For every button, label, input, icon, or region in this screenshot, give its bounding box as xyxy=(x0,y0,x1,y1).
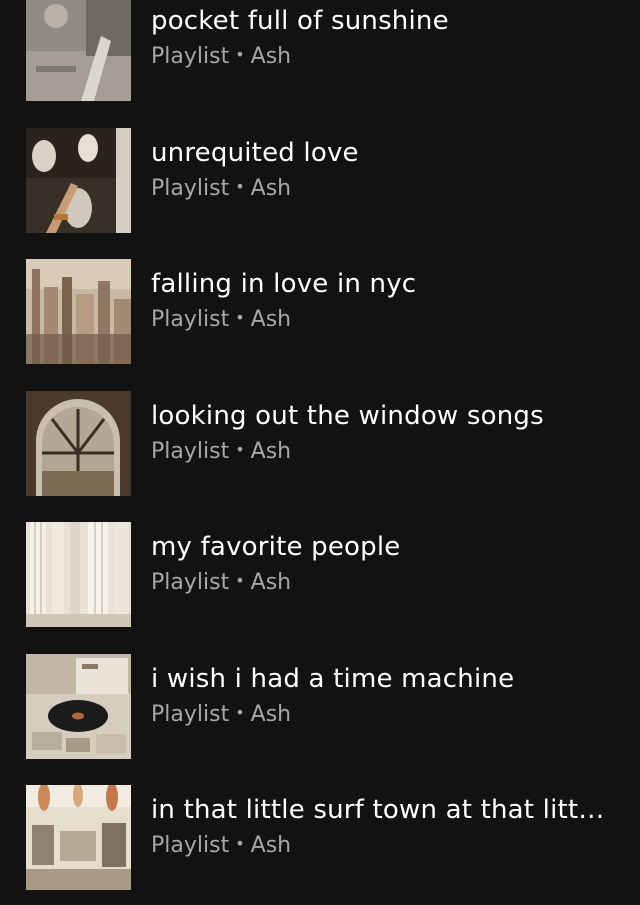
playlist-row[interactable]: falling in love in nyc Playlist • Ash xyxy=(0,247,640,379)
surf-shop-thumbnail xyxy=(26,785,131,890)
playlist-owner: Ash xyxy=(250,438,292,464)
arched-window-thumbnail xyxy=(26,390,131,496)
separator-dot: • xyxy=(235,176,245,196)
city-skyline-thumbnail xyxy=(26,259,131,364)
playlist-title: looking out the window songs xyxy=(151,400,544,431)
playlist-row[interactable]: looking out the window songs Playlist • As… xyxy=(0,379,640,511)
sunshine-photo-thumbnail xyxy=(26,0,131,101)
white-columns-thumbnail xyxy=(26,522,131,627)
playlist-owner: Ash xyxy=(250,44,292,69)
playlist-subtitle: Playlist • Ash xyxy=(151,438,291,467)
playlist-list: pocket full of sunshine Playlist • Ash unr… xyxy=(0,0,640,905)
playlist-subtitle: Playlist • Ash xyxy=(151,43,291,72)
separator-dot: • xyxy=(235,439,245,459)
playlist-title: my favorite people xyxy=(151,532,401,562)
playlist-row[interactable]: my favorite people Playlist • Ash xyxy=(0,510,640,642)
playlist-row[interactable]: pocket full of sunshine Playlist • Ash xyxy=(0,0,640,116)
separator-dot: • xyxy=(235,45,245,64)
playlist-type: Playlist xyxy=(151,833,230,858)
playlist-title: pocket full of sunshine xyxy=(151,6,449,36)
playlist-owner: Ash xyxy=(250,701,292,727)
playlist-subtitle: Playlist • Ash xyxy=(151,306,291,335)
playlist-subtitle: Playlist • Ash xyxy=(151,832,291,861)
separator-dot: • xyxy=(235,308,245,327)
playlist-type: Playlist xyxy=(151,701,230,727)
playlist-title: falling in love in nyc xyxy=(151,269,417,299)
playlist-type: Playlist xyxy=(151,307,230,332)
separator-dot: • xyxy=(235,571,245,590)
playlist-title: i wish i had a time machine xyxy=(151,663,515,694)
playlist-row[interactable]: unrequited love Playlist • Ash xyxy=(0,116,640,248)
playlist-title: unrequited love xyxy=(151,137,359,168)
playlist-row[interactable]: i wish i had a time machine Playlist • Ash xyxy=(0,642,640,774)
playlist-owner: Ash xyxy=(250,307,292,332)
playlist-owner: Ash xyxy=(250,833,292,858)
playlist-subtitle: Playlist • Ash xyxy=(151,175,291,204)
separator-dot: • xyxy=(235,702,245,722)
playlist-owner: Ash xyxy=(250,175,292,201)
playlist-row[interactable]: in that little surf town at that littl..… xyxy=(0,773,640,905)
playlist-type: Playlist xyxy=(151,175,230,201)
playlist-type: Playlist xyxy=(151,438,230,464)
playlist-type: Playlist xyxy=(151,44,230,69)
playlist-type: Playlist xyxy=(151,570,230,595)
statue-hands-thumbnail xyxy=(26,127,131,233)
playlist-subtitle: Playlist • Ash xyxy=(151,701,291,730)
record-player-thumbnail xyxy=(26,653,131,759)
playlist-owner: Ash xyxy=(250,570,292,595)
playlist-title: in that little surf town at that littl..… xyxy=(151,795,611,825)
playlist-subtitle: Playlist • Ash xyxy=(151,569,291,598)
